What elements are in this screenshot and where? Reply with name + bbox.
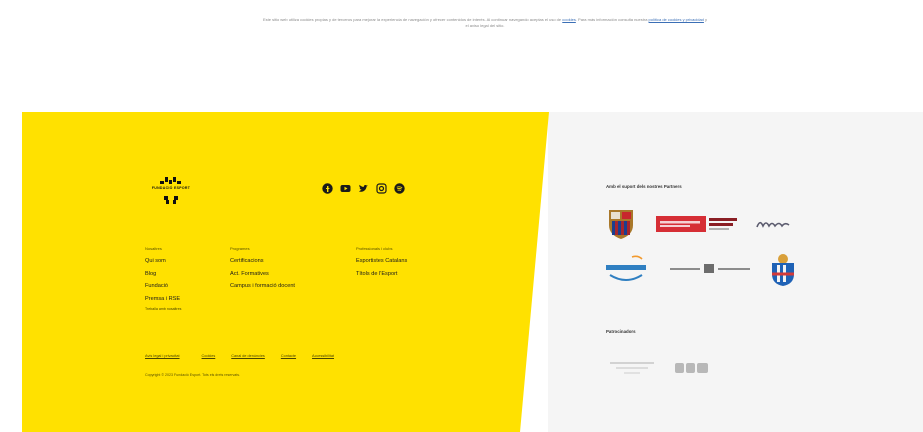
footer-column-about: Nosaltres Qui som Blog Fundació Premsa i… <box>145 246 181 313</box>
fc-barcelona-logo-icon[interactable] <box>606 207 636 241</box>
column-heading: Professionals i clubs <box>356 246 393 251</box>
privacy-policy-link[interactable]: política de cookies y privacidad <box>649 17 704 22</box>
footer-column-professionals: Professionals i clubs Esportistes Catala… <box>356 246 407 280</box>
legal-link[interactable]: Accessibilitat <box>312 354 334 358</box>
partner-script-logo-icon[interactable] <box>755 217 791 231</box>
partners-heading: Amb el suport dels nostres Partners <box>606 184 682 189</box>
copyright-text: Copyright © 2023 Fundació Esport. Tots e… <box>145 373 241 377</box>
facebook-icon[interactable] <box>322 183 333 194</box>
legal-link[interactable]: Canal de denúncies <box>231 354 265 358</box>
notice-text: Este sitio web utiliza cookies propias y… <box>262 17 562 22</box>
column-heading: Programes <box>230 246 250 251</box>
legal-links: Avís legal i privacitat Cookies Canal de… <box>145 354 334 358</box>
social-links <box>322 183 405 194</box>
footer-link[interactable]: Certificacions <box>230 255 295 268</box>
legal-link[interactable]: Cookies <box>202 354 216 358</box>
instagram-icon[interactable] <box>376 183 387 194</box>
footer-link[interactable]: Fundació <box>145 280 181 293</box>
footer-link[interactable]: Treballa amb nosaltres <box>145 305 181 313</box>
legal-link[interactable]: Contacte <box>281 354 296 358</box>
column-heading: Nosaltres <box>145 246 162 251</box>
brand-logo-icon[interactable] <box>145 175 197 207</box>
footer-column-programs: Programes Certificacions Act. Formatives… <box>230 246 295 293</box>
cookies-link[interactable]: cookies <box>562 17 576 22</box>
footer-link[interactable]: Esportistes Catalans <box>356 255 407 268</box>
footer-link[interactable]: Qui som <box>145 255 181 268</box>
cookie-notice: Este sitio web utiliza cookies propias y… <box>262 17 708 28</box>
sponsors-heading: Patrocinadors <box>606 329 636 334</box>
sponsor-light-logo-icon[interactable] <box>606 356 658 378</box>
spotify-icon[interactable] <box>394 183 405 194</box>
twitter-icon[interactable] <box>358 183 369 194</box>
youtube-icon[interactable] <box>340 183 351 194</box>
notice-text-mid: . Para más información consulta nuestra <box>575 17 648 22</box>
footer-link[interactable]: Títols de l'Esport <box>356 268 407 281</box>
legal-link[interactable]: Avís legal i privacitat <box>145 354 180 358</box>
partner-gray-logo-icon[interactable] <box>668 263 754 275</box>
footer-link[interactable]: Campus i formació docent <box>230 280 295 293</box>
footer-link[interactable]: Blog <box>145 268 181 281</box>
rcd-espanyol-logo-icon[interactable] <box>766 252 800 288</box>
sponsor-gray-logo-icon[interactable] <box>672 359 712 377</box>
footer-link[interactable]: Act. Formatives <box>230 268 295 281</box>
partner-blue-logo-icon[interactable] <box>604 253 648 287</box>
partner-red-logo-icon[interactable] <box>656 214 740 234</box>
footer-link[interactable]: Premsa i RSE <box>145 293 181 306</box>
brand-logo-text: FUNDACIÓ ESPORT <box>151 186 191 190</box>
